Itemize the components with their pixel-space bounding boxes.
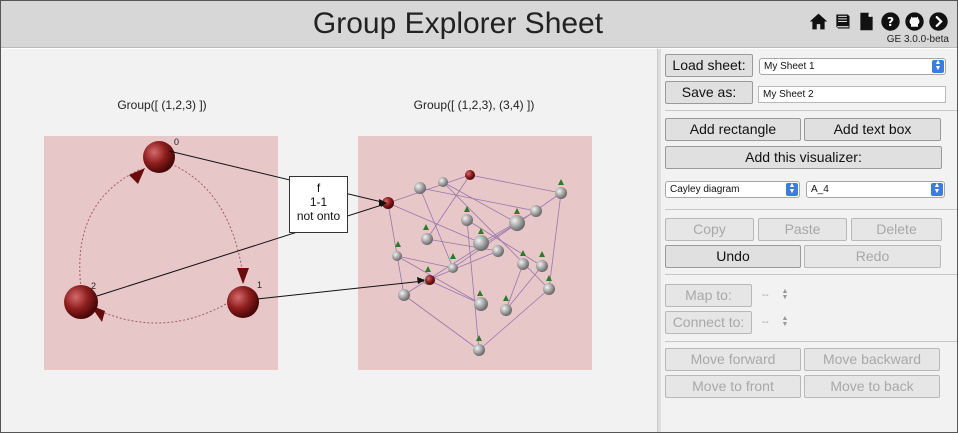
map-to-select[interactable]: -- ▲ ▼ <box>758 288 792 305</box>
left-cayley-diagram: 0 1 2 <box>64 137 262 324</box>
book-icon[interactable] <box>832 11 853 32</box>
visualizer-type-select[interactable]: Cayley diagram ▲ ▼ <box>665 181 800 198</box>
save-as-button[interactable]: Save as: <box>665 81 753 104</box>
move-to-front-button[interactable]: Move to front <box>665 375 801 398</box>
document-icon[interactable] <box>856 11 877 32</box>
node-label: 2 <box>91 281 96 291</box>
select-arrows-icon: ▲ ▼ <box>781 288 789 301</box>
version-label: GE 3.0.0-beta <box>886 34 949 45</box>
select-arrows-icon: ▲ ▼ <box>932 59 944 73</box>
map-to-button[interactable]: Map to: <box>665 284 752 307</box>
select-arrows-icon: ▲ ▼ <box>786 182 798 196</box>
image-node[interactable] <box>465 170 475 180</box>
move-to-back-button[interactable]: Move to back <box>804 375 940 398</box>
node-label: 0 <box>174 137 179 147</box>
select-arrows-icon: ▲ ▼ <box>931 182 943 196</box>
next-icon[interactable] <box>928 11 949 32</box>
app-frame: Group Explorer Sheet ? GE 3.0.0-beta Gro… <box>0 0 958 433</box>
load-sheet-select[interactable]: My Sheet 1 ▲ ▼ <box>759 58 946 75</box>
node-label: 1 <box>257 280 262 290</box>
node-0[interactable] <box>143 141 175 173</box>
connect-to-select[interactable]: -- ▲ ▼ <box>758 315 792 332</box>
home-icon[interactable] <box>808 11 829 32</box>
separator <box>665 341 957 342</box>
load-sheet-value: My Sheet 1 <box>764 61 815 72</box>
homomorphism-label-box[interactable]: f 1-1 not onto <box>289 176 348 233</box>
load-sheet-button[interactable]: Load sheet: <box>665 54 753 77</box>
image-node[interactable] <box>425 275 435 285</box>
connect-to-value: -- <box>762 317 769 328</box>
add-text-box-button[interactable]: Add text box <box>804 118 941 141</box>
select-arrows-icon: ▲ ▼ <box>781 315 789 328</box>
help-icon[interactable]: ? <box>880 11 901 32</box>
add-visualizer-button[interactable]: Add this visualizer: <box>665 146 942 169</box>
homomorphism-property-2: not onto <box>296 209 341 223</box>
svg-text:?: ? <box>887 14 894 28</box>
node-1[interactable] <box>227 286 259 318</box>
paste-button[interactable]: Paste <box>758 218 847 241</box>
homomorphism-arrows <box>96 150 425 300</box>
move-backward-button[interactable]: Move backward <box>804 348 940 371</box>
homomorphism-property-1: 1-1 <box>309 195 328 209</box>
homomorphism-name: f <box>316 181 321 195</box>
visualizer-type-value: Cayley diagram <box>670 184 740 195</box>
arrow-head <box>237 268 249 284</box>
add-rectangle-button[interactable]: Add rectangle <box>665 118 801 141</box>
move-forward-button[interactable]: Move forward <box>665 348 801 371</box>
map-to-value: -- <box>762 290 769 301</box>
nav-icons: ? <box>808 10 949 32</box>
separator <box>665 274 957 275</box>
connect-to-button[interactable]: Connect to: <box>665 311 752 334</box>
visualizer-group-value: A_4 <box>811 184 829 195</box>
copy-button[interactable]: Copy <box>665 218 754 241</box>
save-as-input[interactable] <box>758 86 946 103</box>
separator <box>665 209 957 210</box>
redo-button[interactable]: Redo <box>804 245 941 268</box>
separator <box>665 110 957 111</box>
arrow-head <box>129 168 145 184</box>
github-icon[interactable] <box>904 11 925 32</box>
visualizer-group-select[interactable]: A_4 ▲ ▼ <box>806 181 945 198</box>
undo-button[interactable]: Undo <box>665 245 801 268</box>
delete-button[interactable]: Delete <box>851 218 942 241</box>
right-cayley-diagram <box>382 170 567 356</box>
